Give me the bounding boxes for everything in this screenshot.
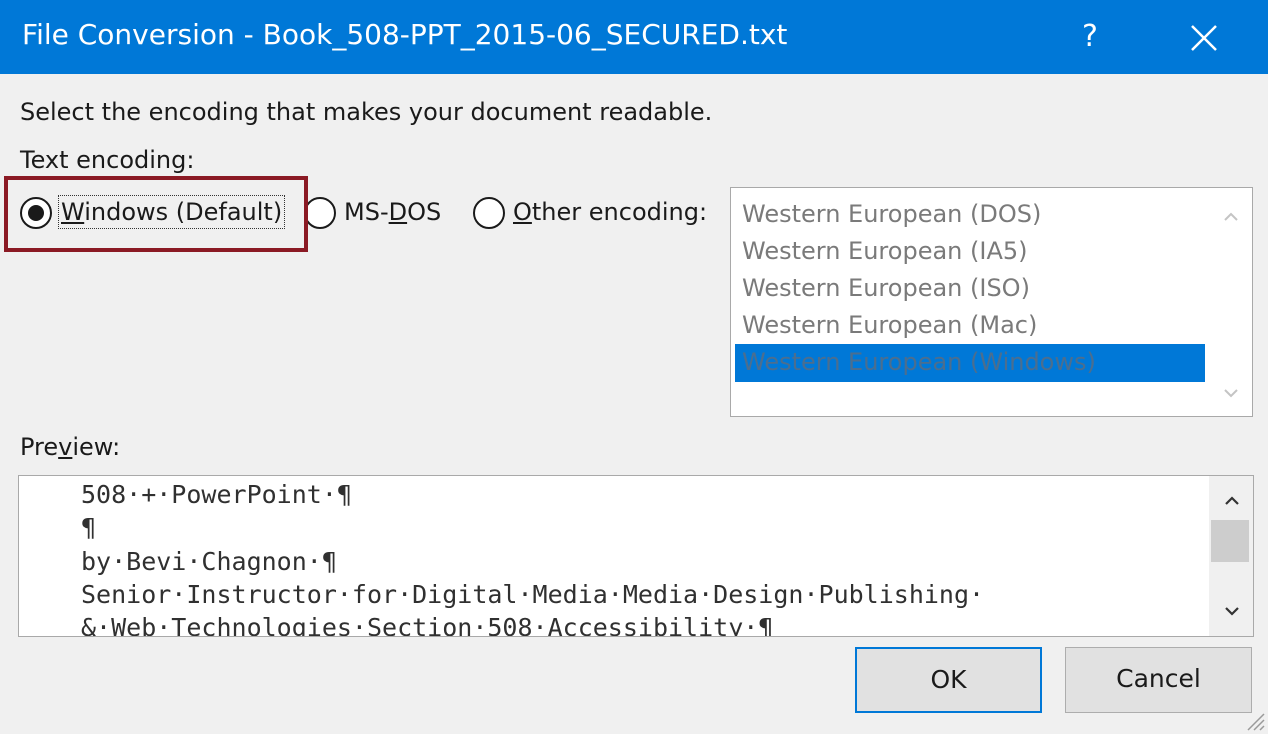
text-encoding-label: Text encoding: xyxy=(20,146,195,174)
preview-line: 508·+·PowerPoint·¶ xyxy=(81,480,352,509)
radio-ms-dos-label: MS-DOS xyxy=(344,198,442,226)
preview-line: &·Web·Technologies·Section·508·Accessibi… xyxy=(81,613,774,637)
chevron-up-icon[interactable] xyxy=(1219,488,1245,514)
dialog-title: File Conversion - Book_508-PPT_2015-06_S… xyxy=(22,18,788,51)
preview-line: Senior·Instructor·for·Digital·Media·Medi… xyxy=(81,580,985,609)
radio-ms-dos[interactable]: MS-DOS xyxy=(304,194,454,234)
preview-label: Preview: xyxy=(20,433,121,461)
help-button[interactable]: ? xyxy=(1060,4,1120,70)
radio-circle[interactable] xyxy=(304,197,336,229)
preview-pane[interactable]: 508·+·PowerPoint·¶ ¶ by·Bevi·Chagnon·¶ S… xyxy=(18,475,1254,637)
scrollbar-thumb[interactable] xyxy=(1211,520,1249,562)
list-item[interactable]: Western European (IA5) xyxy=(735,233,1205,271)
highlight-annotation-box xyxy=(4,176,308,252)
chevron-up-icon[interactable] xyxy=(1218,204,1244,230)
encoding-listbox[interactable]: Western European (DOS) Western European … xyxy=(730,187,1253,417)
list-item[interactable]: Western European (DOS) xyxy=(735,196,1205,234)
help-icon: ? xyxy=(1082,19,1098,54)
radio-circle[interactable] xyxy=(473,197,505,229)
preview-line: ¶ xyxy=(81,513,97,542)
radio-other-encoding[interactable]: Other encoding: xyxy=(473,194,713,234)
close-icon xyxy=(1191,25,1217,51)
title-bar: File Conversion - Book_508-PPT_2015-06_S… xyxy=(0,0,1268,74)
instruction-text: Select the encoding that makes your docu… xyxy=(20,98,713,126)
list-item[interactable]: Western European (ISO) xyxy=(735,270,1205,308)
preview-line: by·Bevi·Chagnon·¶ xyxy=(81,547,337,576)
chevron-down-icon[interactable] xyxy=(1219,598,1245,624)
chevron-down-icon[interactable] xyxy=(1218,380,1244,406)
preview-scrollbar[interactable] xyxy=(1209,476,1253,636)
list-item[interactable]: Western European (Mac) xyxy=(735,307,1205,345)
ok-button[interactable]: OK xyxy=(855,647,1042,713)
cancel-button[interactable]: Cancel xyxy=(1065,647,1252,713)
list-item-selected[interactable]: Western European (Windows) xyxy=(735,344,1205,382)
radio-other-encoding-label: Other encoding: xyxy=(513,198,708,226)
resize-grip-icon[interactable] xyxy=(1240,706,1266,732)
close-button[interactable] xyxy=(1174,4,1234,70)
